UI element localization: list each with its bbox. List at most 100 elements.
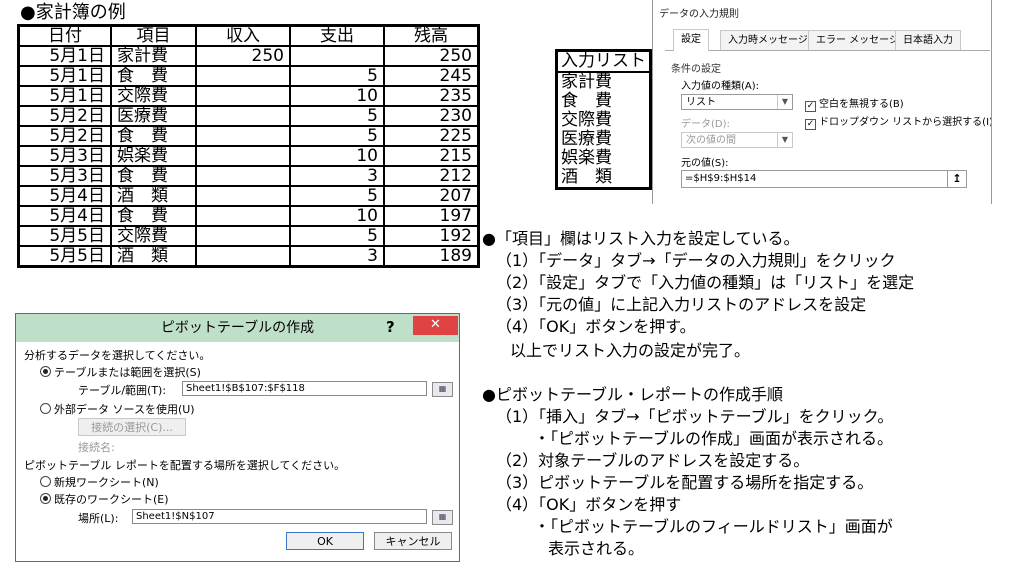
table-range-value: Sheet1!$B$107:$F$118 xyxy=(186,383,305,394)
ledger-income-cell xyxy=(195,85,291,107)
ledger-balance-cell: 225 xyxy=(383,125,480,147)
pivot-step-4-note-cont: 表示される。 xyxy=(548,539,645,558)
help-icon[interactable]: ? xyxy=(386,314,395,340)
table-row: 5月5日 交際費 5 192 xyxy=(17,225,480,247)
ledger-income-cell xyxy=(195,105,291,127)
ledger-date-cell: 5月1日 xyxy=(17,85,112,107)
ledger-balance-cell: 207 xyxy=(383,185,480,207)
existing-worksheet-radio[interactable]: 既存のワークシート(E) xyxy=(40,491,169,507)
external-source-label: 外部データ ソースを使用(U) xyxy=(54,403,195,416)
ok-button[interactable]: OK xyxy=(286,532,364,550)
ledger-date-cell: 5月5日 xyxy=(17,225,112,247)
ledger-balance-cell: 250 xyxy=(383,45,480,67)
new-worksheet-label: 新規ワークシート(N) xyxy=(54,476,159,489)
ledger-expense-cell: 5 xyxy=(289,225,385,247)
pivot-notes-title: ●ピボットテーブル・レポートの作成手順 xyxy=(482,385,784,404)
list-item: 娯楽費 xyxy=(555,149,652,168)
ledger-expense-cell xyxy=(289,45,385,67)
range-select-icon[interactable]: ↥ xyxy=(947,171,966,187)
ledger-item-cell: 食 費 xyxy=(110,165,197,187)
ledger-item-cell: 家計費 xyxy=(110,45,197,67)
ledger-expense-cell: 5 xyxy=(289,125,385,147)
list-item: 家計費 xyxy=(555,72,652,92)
ledger-income-cell xyxy=(195,125,291,147)
radio-selected-icon xyxy=(40,493,51,504)
tab-japanese-input[interactable]: 日本語入力 xyxy=(895,30,961,50)
close-button[interactable]: ✕ xyxy=(413,316,458,335)
location-input[interactable]: Sheet1!$N$107 xyxy=(132,509,427,524)
ledger-income-cell xyxy=(195,145,291,167)
table-row: 5月1日食 費 5 245 xyxy=(17,65,480,87)
ledger-balance-cell: 197 xyxy=(383,205,480,227)
data-operator-value: 次の値の間 xyxy=(686,135,736,146)
pivot-step-1: （1）「挿入」タブ→「ピボットテーブル」をクリック。 xyxy=(496,407,894,426)
ledger-header-date: 日付 xyxy=(17,24,112,47)
range-select-icon[interactable]: ▦ xyxy=(432,382,453,397)
cancel-button[interactable]: キャンセル xyxy=(374,532,452,550)
radio-unselected-icon xyxy=(40,476,51,487)
list-item-label: 医療費 xyxy=(555,130,652,149)
list-item-label: 食 費 xyxy=(555,92,652,111)
select-table-radio[interactable]: テーブルまたは範囲を選択(S) xyxy=(40,364,201,380)
ledger-balance-cell: 215 xyxy=(383,145,480,167)
ledger-item-cell: 酒 類 xyxy=(110,245,197,268)
list-item: 交際費 xyxy=(555,111,652,130)
connection-name-label: 接続名: xyxy=(78,441,115,454)
table-row: 5月2日食 費 5 225 xyxy=(17,125,480,147)
select-table-label: テーブルまたは範囲を選択(S) xyxy=(54,366,201,379)
data-operator-select: 次の値の間 ▼ xyxy=(681,132,793,148)
source-input-value: =$H$9:$H$14 xyxy=(685,173,757,184)
choose-connection-button: 接続の選択(C)... xyxy=(78,418,186,436)
ledger-expense-cell: 5 xyxy=(289,65,385,87)
list-complete-note: 以上でリスト入力の設定が完了。 xyxy=(510,341,751,360)
list-item-label: 家計費 xyxy=(555,72,652,92)
tab-error-message[interactable]: エラー メッセージ xyxy=(808,30,907,50)
data-validation-dialog: データの入力規則 設定 入力時メッセージ エラー メッセージ 日本語入力 条件の… xyxy=(652,0,992,204)
ledger-item-cell: 交際費 xyxy=(110,225,197,247)
allow-select[interactable]: リスト ▼ xyxy=(681,94,793,110)
check-icon: ✓ xyxy=(805,101,816,112)
allow-label: 入力値の種類(A): xyxy=(681,81,760,92)
table-row: 5月5日酒 類 3 189 xyxy=(17,245,480,268)
allow-select-value: リスト xyxy=(686,97,716,108)
list-item-label: 娯楽費 xyxy=(555,149,652,168)
range-select-icon[interactable]: ▦ xyxy=(432,510,453,525)
ledger-income-cell xyxy=(195,185,291,207)
list-step-3: （3）「元の値」に上記入力リストのアドレスを設定 xyxy=(496,295,867,314)
tab-settings[interactable]: 設定 xyxy=(673,29,709,51)
table-range-input[interactable]: Sheet1!$B$107:$F$118 xyxy=(182,381,427,396)
ledger-title: ●家計簿の例 xyxy=(20,2,126,23)
ignore-blank-checkbox[interactable]: ✓ 空白を無視する(B) xyxy=(805,95,904,112)
source-input[interactable]: =$H$9:$H$14 ↥ xyxy=(681,170,967,188)
ledger-income-cell xyxy=(195,205,291,227)
data-label: データ(D): xyxy=(681,119,730,130)
tab-input-message[interactable]: 入力時メッセージ xyxy=(720,30,816,50)
table-row: 5月2日 医療費 5 230 xyxy=(17,105,480,127)
in-cell-dropdown-checkbox[interactable]: ✓ ドロップダウン リストから選択する(I) xyxy=(805,113,991,130)
pivot-dialog-titlebar: ピボットテーブルの作成 ? ✕ xyxy=(16,314,459,342)
external-source-radio[interactable]: 外部データ ソースを使用(U) xyxy=(40,401,195,417)
create-pivot-table-dialog: ピボットテーブルの作成 ? ✕ 分析するデータを選択してください。 テーブルまた… xyxy=(15,313,460,562)
ledger-header-expense: 支出 xyxy=(289,24,385,47)
table-row: 5月1日 家計費 250 250 xyxy=(17,45,480,67)
table-row: 5月1日 交際費 10 235 xyxy=(17,85,480,107)
check-icon: ✓ xyxy=(805,119,816,130)
ledger-item-cell: 交際費 xyxy=(110,85,197,107)
ledger-item-cell: 食 費 xyxy=(110,205,197,227)
pivot-step-4: （4）「OK」ボタンを押す xyxy=(496,495,682,514)
new-worksheet-radio[interactable]: 新規ワークシート(N) xyxy=(40,474,159,490)
ledger-expense-cell: 3 xyxy=(289,245,385,268)
ledger-balance-cell: 192 xyxy=(383,225,480,247)
ledger-date-cell: 5月1日 xyxy=(17,45,112,67)
list-notes-title: ●「項目」欄はリスト入力を設定している。 xyxy=(482,229,800,248)
ledger-expense-cell: 5 xyxy=(289,185,385,207)
ledger-date-cell: 5月3日 xyxy=(17,165,112,187)
pivot-step-2: （2）対象テーブルのアドレスを設定する。 xyxy=(496,451,810,470)
ledger-income-cell xyxy=(195,65,291,87)
validation-dialog-title: データの入力規則 xyxy=(659,9,739,20)
ledger-balance-cell: 189 xyxy=(383,245,480,268)
ledger-date-cell: 5月2日 xyxy=(17,105,112,127)
ledger-item-cell: 医療費 xyxy=(110,105,197,127)
ledger-header-balance: 残高 xyxy=(383,24,480,47)
input-list-header: 入力リスト xyxy=(555,50,652,73)
